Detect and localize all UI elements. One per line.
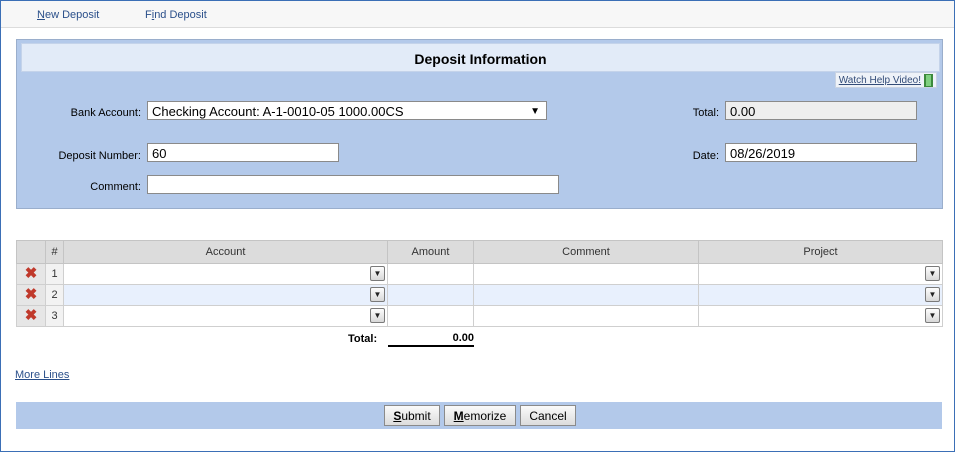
table-row: ✖ 2 ▼ ▼ — [16, 284, 943, 306]
deposit-number-label: Deposit Number: — [58, 150, 141, 162]
new-deposit-label-rest: ew Deposit — [44, 9, 100, 21]
delete-row-button[interactable]: ✖ — [16, 305, 46, 327]
delete-x-icon: ✖ — [24, 286, 38, 303]
comment-input[interactable] — [473, 305, 699, 327]
chevron-down-icon[interactable]: ▼ — [925, 266, 940, 281]
submit-button[interactable]: Submit — [384, 405, 440, 426]
comment-input[interactable] — [473, 263, 699, 285]
project-select[interactable]: ▼ — [698, 284, 943, 306]
memorize-button[interactable]: Memorize — [444, 405, 516, 426]
comment-input[interactable] — [473, 284, 699, 306]
header-delete — [16, 240, 46, 264]
chevron-down-icon[interactable]: ▼ — [370, 287, 385, 302]
bank-account-value: Checking Account: A-1-0010-05 1000.00CS — [152, 104, 404, 119]
watch-help-video-button[interactable]: Watch Help Video! — [834, 72, 937, 88]
bank-account-select[interactable]: Checking Account: A-1-0010-05 1000.00CS … — [147, 101, 547, 120]
deposit-info-panel: Deposit Information Watch Help Video! Ba… — [16, 39, 943, 209]
table-row: ✖ 3 ▼ ▼ — [16, 305, 943, 327]
header-number: # — [45, 240, 64, 264]
deposit-lines-table: # Account Amount Comment Project ✖ 1 ▼ ▼ — [16, 240, 943, 327]
header-project: Project — [698, 240, 943, 264]
delete-row-button[interactable]: ✖ — [16, 263, 46, 285]
amount-input[interactable] — [387, 263, 474, 285]
total-field: 0.00 — [725, 101, 917, 120]
delete-x-icon: ✖ — [24, 265, 38, 282]
panel-title-bar: Deposit Information — [21, 43, 940, 72]
bank-account-label: Bank Account: — [70, 107, 141, 119]
more-lines-link[interactable]: More Lines — [15, 369, 69, 381]
chevron-down-icon[interactable]: ▼ — [925, 308, 940, 323]
account-select[interactable]: ▼ — [63, 263, 388, 285]
chevron-down-icon[interactable]: ▼ — [370, 266, 385, 281]
total-double-underline — [388, 346, 474, 347]
top-navigation: New Deposit Find Deposit — [1, 1, 954, 28]
row-number: 1 — [45, 263, 64, 285]
deposit-number-field[interactable]: 60 — [147, 143, 339, 162]
cancel-button[interactable]: Cancel — [520, 405, 576, 426]
comment-label: Comment: — [90, 181, 141, 193]
film-icon — [924, 73, 933, 87]
row-number: 3 — [45, 305, 64, 327]
header-amount: Amount — [387, 240, 474, 264]
find-deposit-link[interactable]: Find Deposit — [145, 9, 207, 21]
delete-x-icon: ✖ — [24, 307, 38, 324]
date-label: Date: — [692, 150, 719, 162]
action-bar: Submit Memorize Cancel — [16, 402, 942, 429]
project-select[interactable]: ▼ — [698, 305, 943, 327]
table-row: ✖ 1 ▼ ▼ — [16, 263, 943, 285]
chevron-down-icon[interactable]: ▼ — [370, 308, 385, 323]
delete-row-button[interactable]: ✖ — [16, 284, 46, 306]
total-label: Total: — [692, 107, 719, 119]
chevron-down-icon: ▼ — [530, 106, 540, 117]
account-select[interactable]: ▼ — [63, 305, 388, 327]
header-account: Account — [63, 240, 388, 264]
panel-title: Deposit Information — [414, 51, 547, 67]
project-select[interactable]: ▼ — [698, 263, 943, 285]
chevron-down-icon[interactable]: ▼ — [925, 287, 940, 302]
comment-field[interactable] — [147, 175, 559, 194]
watch-help-video-label: Watch Help Video! — [838, 74, 921, 86]
lines-total-value: 0.00 — [388, 332, 474, 346]
lines-total-label: Total: — [348, 333, 378, 345]
main-content: Deposit Information Watch Help Video! Ba… — [1, 28, 954, 451]
table-header-row: # Account Amount Comment Project — [16, 240, 943, 264]
row-number: 2 — [45, 284, 64, 306]
header-comment: Comment — [473, 240, 699, 264]
amount-input[interactable] — [387, 305, 474, 327]
new-deposit-link[interactable]: New Deposit — [37, 9, 99, 21]
window-frame: New Deposit Find Deposit Deposit Informa… — [0, 0, 955, 452]
account-select[interactable]: ▼ — [63, 284, 388, 306]
amount-input[interactable] — [387, 284, 474, 306]
date-field[interactable]: 08/26/2019 — [725, 143, 917, 162]
